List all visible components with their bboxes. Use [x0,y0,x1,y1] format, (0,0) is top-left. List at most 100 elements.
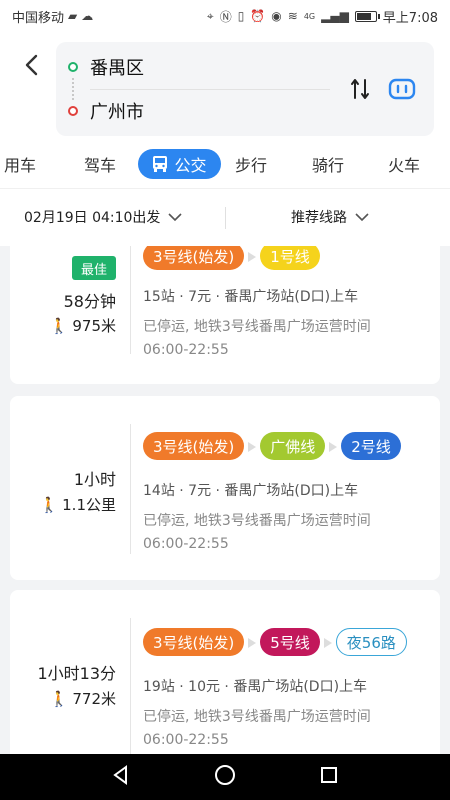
line-pill: 广佛线 [260,432,326,460]
route-note: 已停运, 地铁3号线番禺广场运营时间06:00-22:55 [143,513,371,552]
preference-selector[interactable]: 推荐线路 [291,207,369,227]
more-button[interactable] [386,74,418,104]
walk-icon: 🚶 [49,316,69,335]
walk-distance: 🚶 772米 [50,688,116,709]
tab-drive[interactable]: 驾车 [78,149,122,179]
back-triangle-icon [113,765,128,785]
route-card[interactable]: 1小时13分 🚶 772米 3号线(始发) 5号线 夜56路 19站 · 10元… [10,590,440,754]
vibrate-icon: ▯ [237,9,245,23]
destination-dot-icon [68,106,78,116]
back-icon [25,54,38,76]
walk-icon: 🚶 [49,689,69,708]
route-duration: 1小时 [73,470,116,489]
battery-level [356,12,372,20]
transport-mode-tabs: 用车 驾车 公交 步行 骑行 火车 [0,142,450,188]
destination-label: 广州市 [90,102,144,123]
line-pill: 3号线(始发) [143,432,245,460]
route-note: 已停运, 地铁3号线番禺广场运营时间06:00-22:55 [143,709,371,748]
card-divider [130,424,131,554]
card-divider [130,618,131,754]
route-header: 番禺区 广州市 [0,32,450,142]
tab-label: 骑行 [311,156,344,175]
network-label: 4G [303,11,316,21]
swap-icon [351,79,369,99]
nfc-icon: Ⓝ [219,9,232,24]
line-pill: 夜56路 [335,628,407,656]
chevron-right-icon [248,437,257,456]
chevron-right-icon [248,633,257,652]
recents-icon [320,767,337,783]
preference-label: 推荐线路 [291,210,347,226]
line-pill: 2号线 [341,432,401,460]
nav-back-button[interactable] [110,764,132,790]
line-sequence: 3号线(始发) 广佛线 2号线 [143,432,401,460]
chevron-right-icon [248,247,257,266]
origin-field[interactable]: 番禺区 [56,44,336,90]
options-divider [225,207,226,229]
line-sequence: 3号线(始发) 5号线 夜56路 [143,628,407,656]
home-icon [214,765,235,785]
best-badge: 最佳 [72,256,116,280]
system-nav-bar [0,754,450,800]
tab-train[interactable]: 火车 [382,149,426,179]
chevron-right-icon [323,633,332,652]
tab-taxi[interactable]: 用车 [0,149,42,179]
line-pill: 5号线 [260,628,320,656]
route-duration: 58分钟 [63,292,116,311]
tab-walk[interactable]: 步行 [229,149,273,179]
route-card[interactable]: 最佳 58分钟 🚶 975米 3号线(始发) 1号线 15站 · 7元 · 番禺… [10,246,440,384]
walk-distance-label: 772米 [72,690,116,708]
nav-recents-button[interactable] [318,764,340,790]
line-pill: 3号线(始发) [143,628,245,656]
tab-bus[interactable]: 公交 [138,149,221,179]
card-divider [130,246,131,354]
route-input-box: 番禺区 广州市 [56,42,434,136]
tab-bike[interactable]: 骑行 [306,149,350,179]
walk-distance-label: 975米 [72,317,116,335]
cloud-icon: ☁ [81,9,94,23]
depart-time-label: 02月19日 04:10出发 [24,210,161,226]
route-duration: 1小时13分 [37,664,116,683]
route-info: 14站 · 7元 · 番禺广场站(D口)上车 [143,483,359,499]
options-bar: 02月19日 04:10出发 推荐线路 [0,188,450,246]
tab-label: 步行 [234,156,267,175]
walk-icon: 🚶 [39,495,59,514]
depart-time-selector[interactable]: 02月19日 04:10出发 [24,207,183,227]
nav-home-button[interactable] [213,763,237,791]
battery-icon [354,10,380,22]
route-info: 15站 · 7元 · 番禺广场站(D口)上车 [143,289,359,305]
line-sequence: 3号线(始发) 1号线 [143,246,320,270]
tab-label: 驾车 [83,156,116,175]
origin-dot-icon [68,62,78,72]
signal-icon: ▂▄▆ [321,9,349,23]
walk-distance-label: 1.1公里 [62,496,116,514]
tab-label: 公交 [174,156,207,175]
route-info: 19站 · 10元 · 番禺广场站(D口)上车 [143,679,368,695]
eye-icon: ◉ [271,9,282,23]
clock: 早上7:08 [382,10,438,26]
tab-label: 用车 [3,156,36,175]
line-pill: 1号线 [260,246,320,270]
chevron-down-icon [355,212,369,221]
walk-distance: 🚶 1.1公里 [39,494,116,515]
carrier-label: 中国移动 [12,10,65,26]
route-note: 已停运, 地铁3号线番禺广场运营时间06:00-22:55 [143,319,371,358]
bus-icon [153,156,168,172]
tab-label: 火车 [387,156,420,175]
back-button[interactable] [18,50,44,80]
route-card[interactable]: 1小时 🚶 1.1公里 3号线(始发) 广佛线 2号线 14站 · 7元 · 番… [10,396,440,580]
more-icon [388,78,416,100]
chevron-down-icon [168,212,183,221]
alarm-icon: ⏰ [250,9,266,23]
wifi-icon: ≋ [287,9,298,23]
swap-button[interactable] [346,74,374,104]
briefcase-icon: ▰ [68,9,78,23]
status-bar: 中国移动 ▰ ☁ ⌖ Ⓝ ▯ ⏰ ◉ ≋ 4G ▂▄▆ 早上7:08 [0,0,450,32]
walk-distance: 🚶 975米 [50,315,116,336]
route-list[interactable]: 最佳 58分钟 🚶 975米 3号线(始发) 1号线 15站 · 7元 · 番禺… [0,246,450,754]
origin-label: 番禺区 [90,58,144,79]
location-icon: ⌖ [206,8,214,23]
destination-field[interactable]: 广州市 [56,88,336,134]
line-pill: 3号线(始发) [143,246,245,270]
chevron-right-icon [329,437,338,456]
